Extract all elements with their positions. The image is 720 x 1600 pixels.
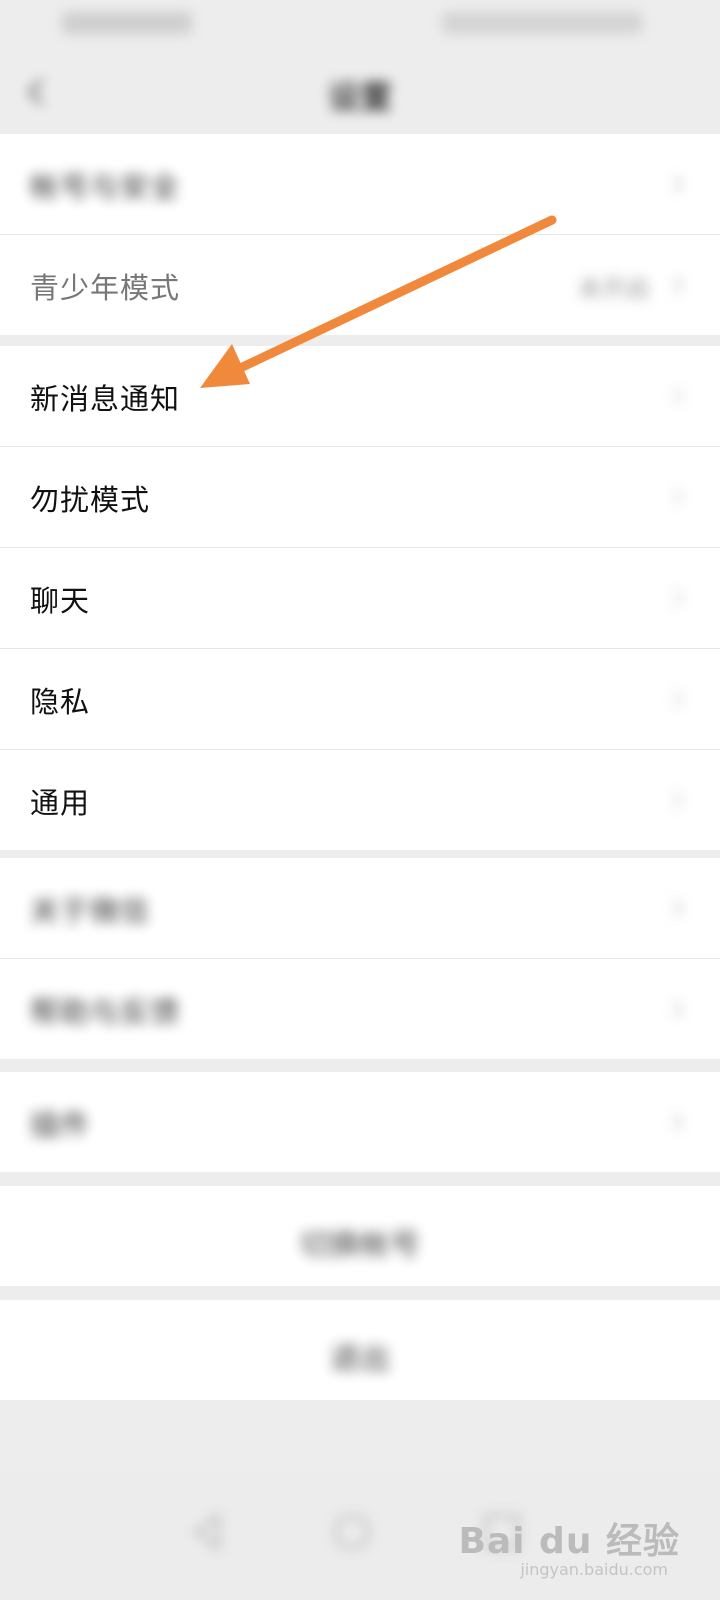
logout-button[interactable]: 退出 <box>0 1300 720 1400</box>
settings-item-label: 隐私 <box>30 685 91 719</box>
logout-label: 退出 <box>330 1342 390 1377</box>
logout-group: 退出 <box>0 1300 720 1400</box>
settings-item-help-feedback[interactable]: 帮助与反馈 <box>0 959 720 1059</box>
switch-account-label: 切换帐号 <box>300 1228 420 1263</box>
chevron-right-icon <box>673 276 684 294</box>
settings-item-plugins[interactable]: 插件 <box>0 1072 720 1172</box>
settings-item-privacy[interactable]: 隐私 <box>0 649 720 750</box>
settings-item-label: 聊天 <box>30 584 91 618</box>
settings-item-label: 通用 <box>30 786 91 820</box>
settings-item-account-security[interactable]: 帐号与安全 <box>0 134 720 235</box>
settings-item-label: 勿扰模式 <box>30 483 151 517</box>
switch-account-group: 切换帐号 <box>0 1186 720 1286</box>
chevron-right-icon <box>673 690 684 708</box>
settings-item-about[interactable]: 关于微信 <box>0 858 720 959</box>
settings-item-general[interactable]: 通用 <box>0 750 720 850</box>
status-bar-right <box>442 12 642 34</box>
watermark-url: jingyan.baidu.com <box>520 1560 668 1579</box>
chevron-right-icon <box>673 1113 684 1131</box>
navigation-bar: 设置 <box>0 48 720 134</box>
chevron-right-icon <box>673 1000 684 1018</box>
home-circle-icon[interactable] <box>330 1510 374 1554</box>
chevron-right-icon <box>673 488 684 506</box>
account-group: 帐号与安全 青少年模式 未开启 <box>0 134 720 335</box>
chevron-right-icon <box>673 387 684 405</box>
chevron-right-icon <box>673 899 684 917</box>
plugins-group: 插件 <box>0 1072 720 1172</box>
settings-item-do-not-disturb[interactable]: 勿扰模式 <box>0 447 720 548</box>
chevron-right-icon <box>673 589 684 607</box>
chevron-right-icon <box>673 175 684 193</box>
settings-item-label: 新消息通知 <box>30 382 181 416</box>
settings-item-value: 未开启 <box>578 275 650 303</box>
settings-item-chat[interactable]: 聊天 <box>0 548 720 649</box>
back-triangle-icon[interactable] <box>186 1510 230 1554</box>
settings-item-teen-mode[interactable]: 青少年模式 未开启 <box>0 235 720 335</box>
about-group: 关于微信 帮助与反馈 <box>0 858 720 1059</box>
chevron-right-icon <box>673 791 684 809</box>
settings-item-label: 关于微信 <box>30 894 151 928</box>
settings-item-label: 帐号与安全 <box>30 170 181 204</box>
settings-item-label: 帮助与反馈 <box>30 995 181 1029</box>
settings-item-new-message-notification[interactable]: 新消息通知 <box>0 346 720 447</box>
baidu-jingyan-watermark: Bai du 经验 <box>458 1521 680 1562</box>
status-bar <box>0 0 720 48</box>
switch-account-button[interactable]: 切换帐号 <box>0 1186 720 1286</box>
settings-item-label: 插件 <box>30 1108 91 1142</box>
page-title: 设置 <box>327 78 392 116</box>
status-bar-left <box>62 12 192 34</box>
settings-item-label: 青少年模式 <box>30 271 181 305</box>
main-settings-group: 新消息通知 勿扰模式 聊天 隐私 通用 <box>0 346 720 850</box>
